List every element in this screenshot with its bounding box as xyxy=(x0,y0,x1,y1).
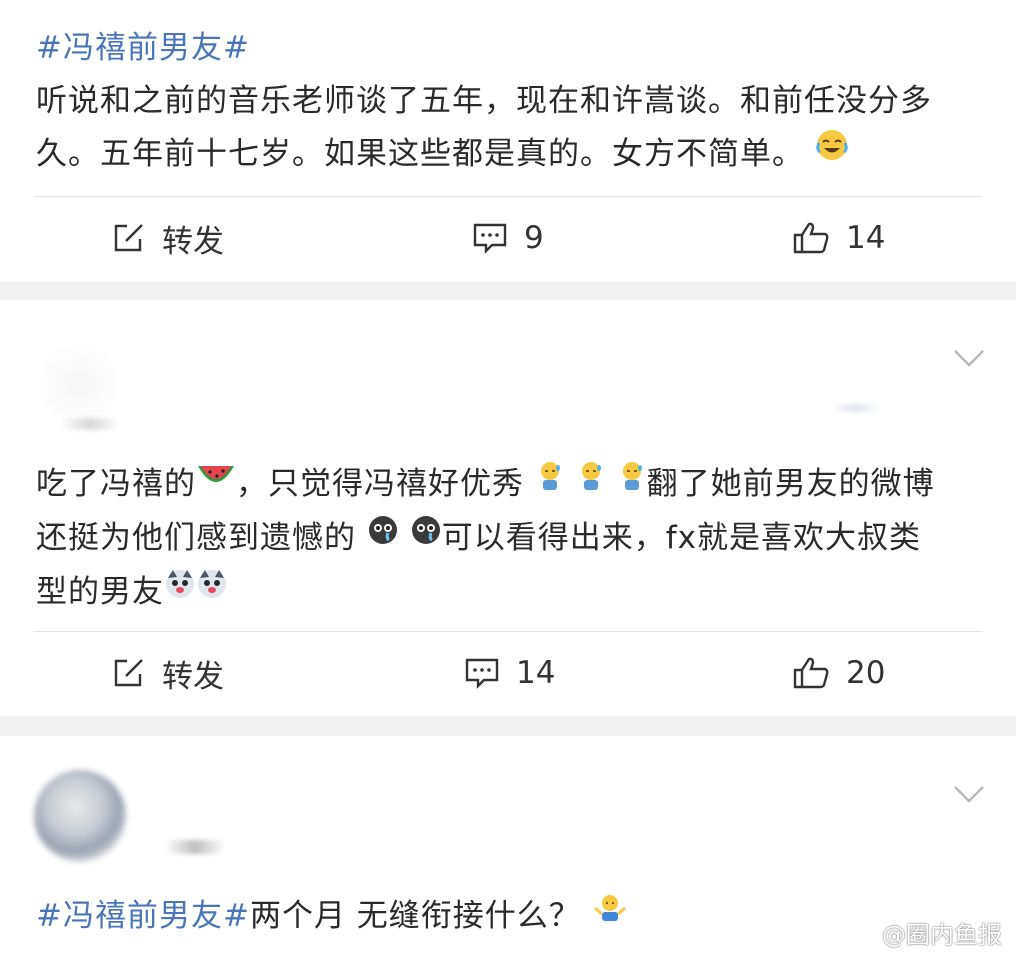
edit-share-icon xyxy=(114,224,143,252)
sweat-emoji-icon xyxy=(617,456,647,509)
post-text: #冯禧前男友#两个月 无缝衔接什么？ xyxy=(36,890,986,944)
post-text-segment: 翻了她前男友的微博 xyxy=(646,466,935,502)
sweat-emoji-icon xyxy=(576,456,606,509)
post-text-segment: 两个月 无缝衔接什么？ xyxy=(249,898,581,934)
avatar[interactable] xyxy=(34,770,126,862)
repost-button[interactable]: 转发 xyxy=(112,208,224,268)
post-card-3: #冯禧前男友#两个月 无缝衔接什么？ @圈内鱼报 xyxy=(0,736,1016,960)
action-bar: 转发 9 14 xyxy=(0,208,1016,268)
topic-link[interactable]: #冯禧前男友# xyxy=(36,898,250,934)
shrug-emoji-icon xyxy=(592,888,628,941)
like-count: 14 xyxy=(846,220,886,256)
meta-blurred xyxy=(830,404,880,412)
thumbs-up-icon xyxy=(793,222,829,254)
weibo-logo-icon xyxy=(847,922,874,945)
comment-count: 9 xyxy=(524,220,544,256)
laugh-cry-emoji-icon xyxy=(815,126,849,179)
crying-face-emoji-icon xyxy=(410,510,442,563)
comment-button[interactable]: 14 xyxy=(464,643,555,703)
topic-link[interactable]: #冯禧前男友# xyxy=(36,30,250,66)
post-text-line: 听说和之前的音乐老师谈了五年，现在和许嵩谈。和前任没分多 xyxy=(36,83,932,119)
post-text-line: 久。五年前十七岁。如果这些都是真的。女方不简单。 xyxy=(36,136,804,172)
post-text-segment: 型的男友 xyxy=(36,574,164,610)
post-text: 吃了冯禧的 ，只觉得冯禧好优秀 翻了她前男友的微博 还挺为他们感到遗憾的 可以看得… xyxy=(36,458,986,620)
husky-emoji-icon xyxy=(196,564,228,617)
crying-face-emoji-icon xyxy=(367,510,399,563)
comment-count: 14 xyxy=(516,655,556,691)
watermark-text: @圈内鱼报 xyxy=(882,921,1002,949)
chevron-down-icon[interactable] xyxy=(952,348,986,368)
post-card-1: #冯禧前男友# 听说和之前的音乐老师谈了五年，现在和许嵩谈。和前任没分多 久。五… xyxy=(0,0,1016,282)
like-button[interactable]: 14 xyxy=(792,208,885,268)
divider xyxy=(34,631,982,632)
edit-share-icon xyxy=(114,659,143,687)
post-text-segment: 吃了冯禧的 xyxy=(36,466,196,502)
action-bar: 转发 14 20 xyxy=(0,643,1016,703)
post-card-2: 吃了冯禧的 ，只觉得冯禧好优秀 翻了她前男友的微博 还挺为他们感到遗憾的 可以看得… xyxy=(0,300,1016,716)
post-text-segment: ，只觉得冯禧好优秀 xyxy=(236,466,524,502)
like-button[interactable]: 20 xyxy=(792,643,885,703)
post-text-segment: 可以看得出来，fx就是喜欢大叔类 xyxy=(441,520,921,556)
chevron-down-icon[interactable] xyxy=(952,784,986,804)
avatar[interactable] xyxy=(34,340,124,430)
username-blurred[interactable] xyxy=(165,840,225,854)
comment-button[interactable]: 9 xyxy=(472,208,544,268)
repost-button[interactable]: 转发 xyxy=(112,643,224,703)
post-text: #冯禧前男友# 听说和之前的音乐老师谈了五年，现在和许嵩谈。和前任没分多 久。五… xyxy=(36,22,986,182)
comment-bubble-icon xyxy=(473,223,507,254)
like-count: 20 xyxy=(846,655,886,691)
watermelon-emoji-icon xyxy=(196,456,236,509)
watermark: @圈内鱼报 xyxy=(846,915,1002,950)
divider xyxy=(34,196,982,197)
username-blurred[interactable] xyxy=(60,418,120,430)
husky-emoji-icon xyxy=(164,564,196,617)
thumbs-up-icon xyxy=(793,657,829,689)
repost-label: 转发 xyxy=(162,658,224,695)
sweat-emoji-icon xyxy=(535,456,565,509)
comment-bubble-icon xyxy=(465,658,499,689)
repost-label: 转发 xyxy=(162,223,224,260)
post-text-segment: 还挺为他们感到遗憾的 xyxy=(36,520,356,556)
